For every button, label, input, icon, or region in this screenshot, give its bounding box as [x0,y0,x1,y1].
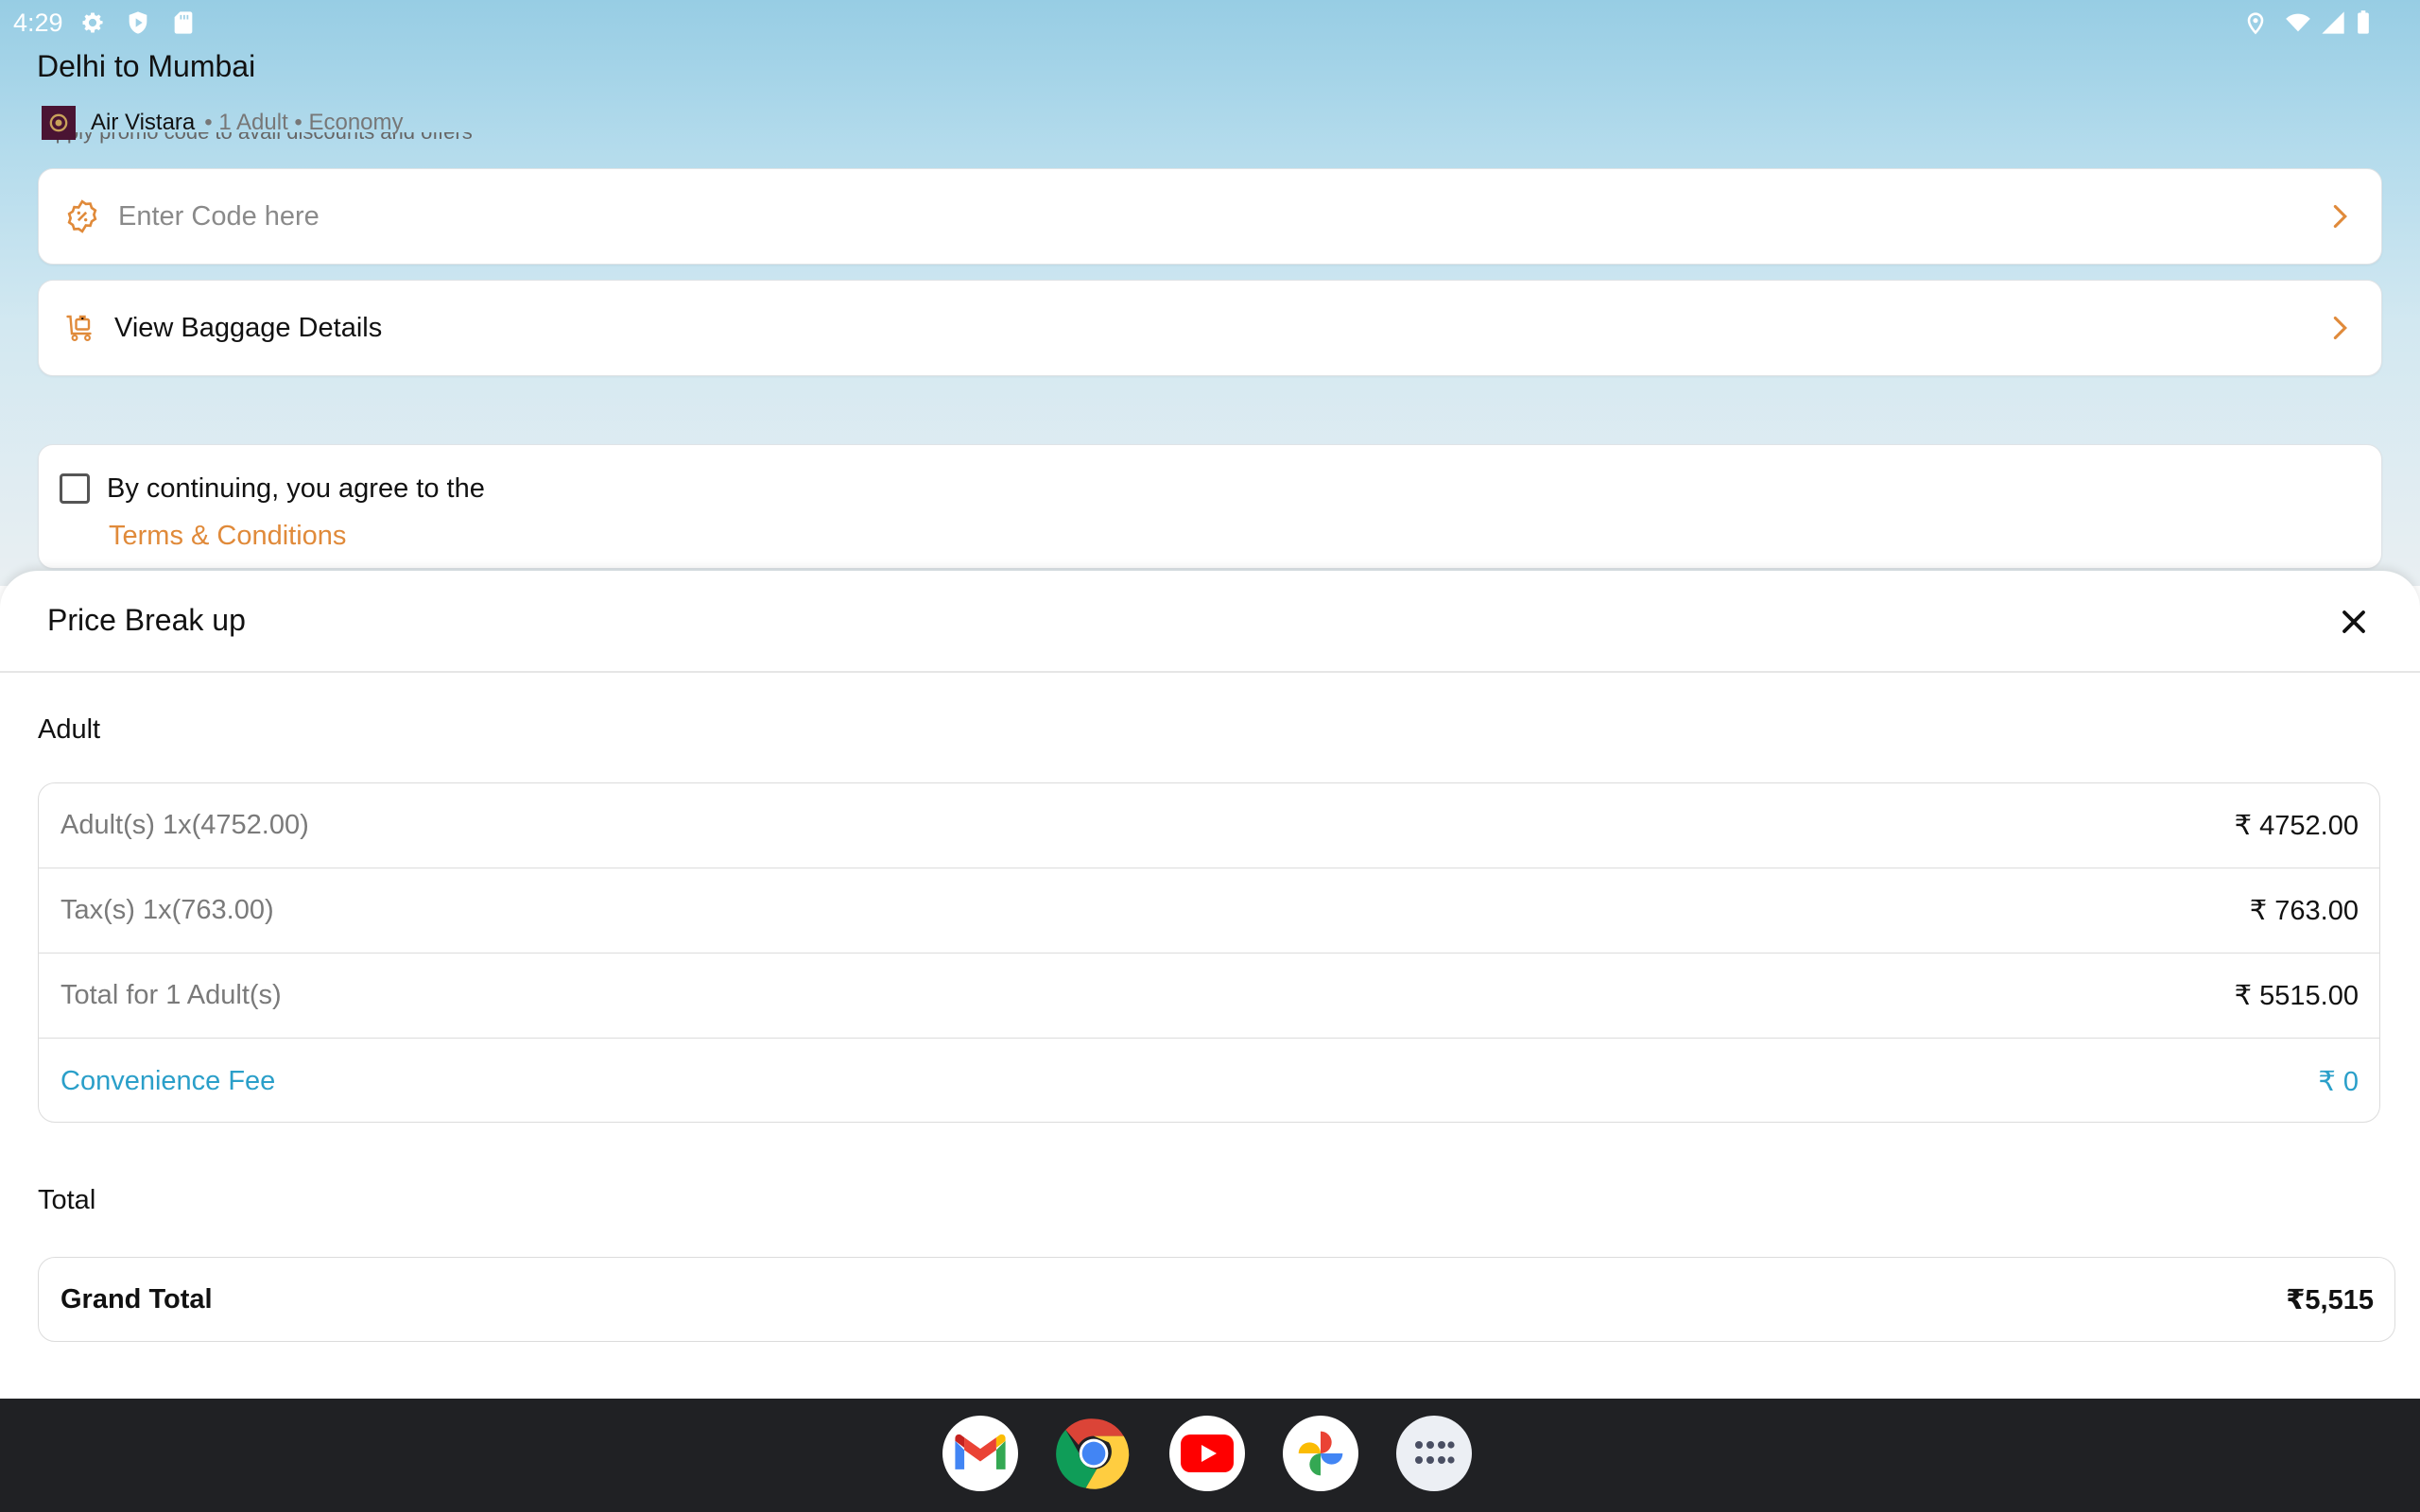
gmail-icon[interactable] [942,1416,1018,1491]
price-breakup-sheet: Price Break up Adult Adult(s) 1x(4752.00… [0,571,2420,1399]
terms-checkbox[interactable] [60,473,90,504]
app-drawer-icon[interactable] [1396,1416,1472,1491]
navigation-bar [0,1399,2420,1512]
sd-card-icon [174,11,193,34]
discount-badge-icon [67,199,97,233]
terms-and-conditions-link[interactable]: Terms & Conditions [109,521,346,552]
grand-total-card: Grand Total ₹5,515 [38,1257,2395,1342]
table-row: Adult(s) 1x(4752.00) ₹ 4752.00 [39,783,2379,868]
tax-label: Tax(s) 1x(763.00) [60,895,274,925]
convenience-fee-label: Convenience Fee [60,1065,276,1096]
chrome-icon[interactable] [1056,1416,1132,1491]
airline-row: Air Vistara • 1 Adult • Economy [42,106,404,140]
location-icon [2247,12,2264,35]
adult-total-label: Total for 1 Adult(s) [60,980,282,1010]
luggage-cart-icon [66,315,92,341]
promo-code-input[interactable] [116,199,2326,233]
table-row: Total for 1 Adult(s) ₹ 5515.00 [39,954,2379,1039]
vistara-logo-icon [49,113,68,132]
passenger-class-meta: • 1 Adult • Economy [204,110,404,135]
signal-icon [2322,11,2344,34]
terms-text: By continuing, you agree to the [107,473,485,504]
status-bar: 4:29 [0,0,2420,45]
photos-icon[interactable] [1283,1416,1358,1491]
convenience-fee-value: ₹ 0 [2318,1066,2359,1097]
convenience-fee-row[interactable]: Convenience Fee ₹ 0 [39,1039,2379,1122]
app-dock [942,1416,1472,1491]
sheet-divider [0,671,2420,673]
chevron-right-icon[interactable] [2326,203,2353,230]
close-button[interactable] [2337,605,2371,639]
wifi-icon [2286,13,2310,32]
base-fare-label: Adult(s) 1x(4752.00) [60,810,309,840]
status-time: 4:29 [13,9,63,37]
baggage-label: View Baggage Details [114,312,383,343]
grand-total-value: ₹5,515 [2286,1284,2374,1315]
route-title: Delhi to Mumbai [37,49,256,83]
battery-icon [2358,10,2369,34]
airline-logo [42,106,76,140]
tax-value: ₹ 763.00 [2249,896,2359,926]
youtube-icon[interactable] [1169,1416,1245,1491]
base-fare-value: ₹ 4752.00 [2234,811,2359,841]
sheet-title: Price Break up [47,603,246,637]
airline-name: Air Vistara [91,110,196,135]
shield-play-icon [129,11,147,34]
gear-icon [82,12,103,33]
adult-section-label: Adult [38,714,101,745]
price-breakup-table: Adult(s) 1x(4752.00) ₹ 4752.00 Tax(s) 1x… [38,782,2380,1123]
total-section-label: Total [38,1185,96,1215]
close-icon [2342,610,2365,633]
view-baggage-details-button[interactable]: View Baggage Details [38,280,2382,376]
terms-card: By continuing, you agree to the Terms & … [38,444,2382,569]
chevron-right-icon[interactable] [2326,315,2353,341]
grand-total-label: Grand Total [60,1283,213,1314]
adult-total-value: ₹ 5515.00 [2234,981,2359,1011]
table-row: Tax(s) 1x(763.00) ₹ 763.00 [39,868,2379,954]
promo-code-card[interactable] [38,168,2382,265]
